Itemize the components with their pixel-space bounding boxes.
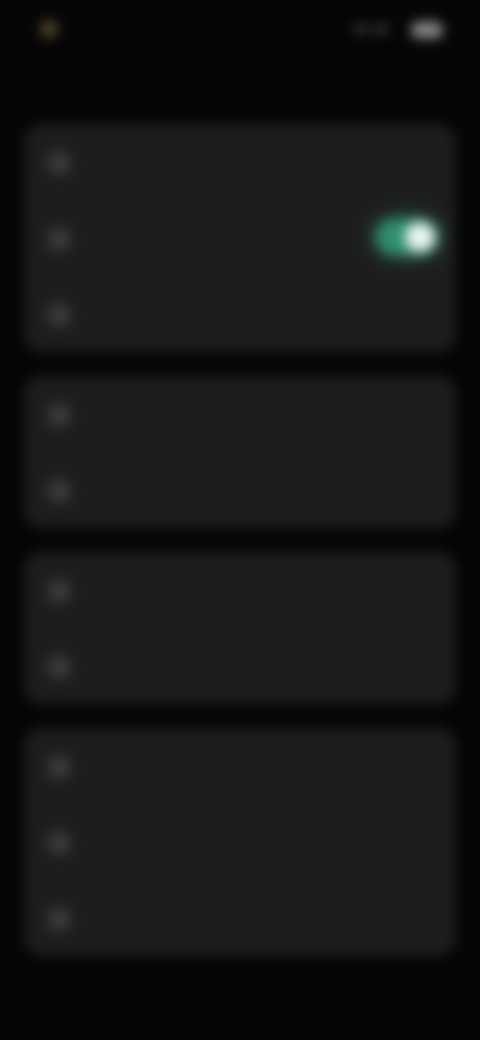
settings-row[interactable] [24,276,456,352]
settings-icon [48,228,70,250]
status-indicator-icon [40,20,58,38]
settings-row-toggle[interactable] [24,200,456,276]
settings-row[interactable] [24,628,456,704]
settings-icon [48,404,70,426]
settings-row[interactable] [24,124,456,200]
settings-icon [48,152,70,174]
settings-row[interactable] [24,804,456,880]
settings-row[interactable] [24,728,456,804]
settings-icon [48,580,70,602]
settings-screen [0,0,480,1040]
settings-group-3 [24,552,456,704]
settings-icon [48,908,70,930]
settings-icon [48,304,70,326]
settings-group-4 [24,728,456,956]
header [0,70,480,114]
settings-row[interactable] [24,552,456,628]
settings-group-1 [24,124,456,352]
settings-row[interactable] [24,880,456,956]
signal-icon [354,26,368,32]
settings-row[interactable] [24,376,456,452]
status-bar [0,0,480,58]
settings-group-2 [24,376,456,528]
settings-icon [48,656,70,678]
status-icons [354,20,442,40]
settings-icon [48,832,70,854]
wifi-icon [374,26,388,32]
toggle-knob [405,222,435,252]
settings-icon [48,756,70,778]
settings-icon [48,480,70,502]
settings-row[interactable] [24,452,456,528]
battery-icon [412,22,442,38]
toggle-switch[interactable] [376,219,438,255]
